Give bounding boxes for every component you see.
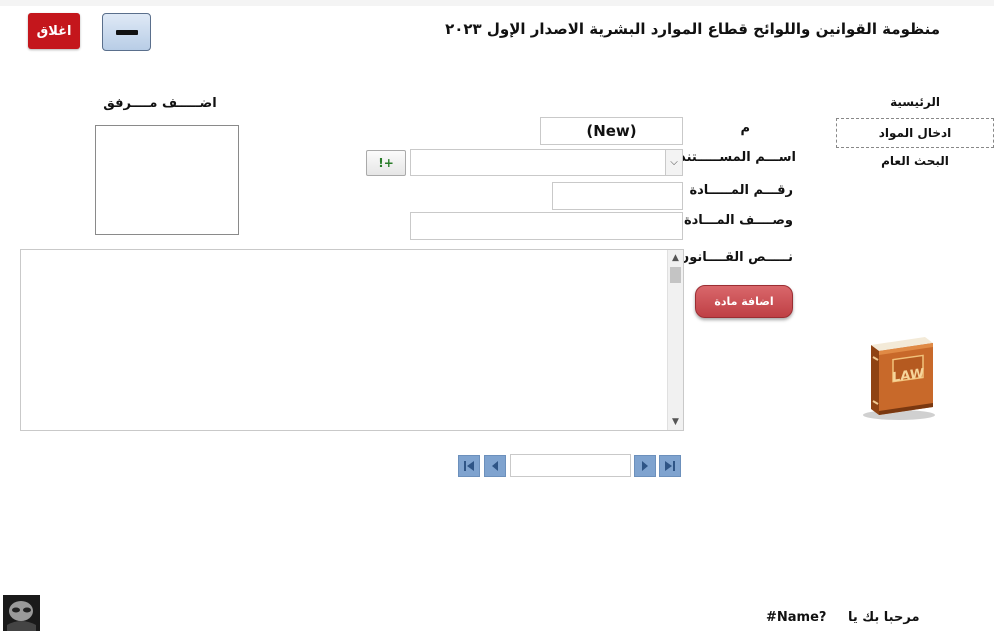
law-text-label: نـــــص القــــانون (678, 250, 793, 265)
law-book-icon: LAW (863, 337, 935, 420)
id-field[interactable]: (New) (540, 117, 683, 145)
chevron-down-icon[interactable]: ⌵ (665, 150, 682, 175)
top-strip (0, 0, 994, 6)
article-number-field[interactable] (552, 182, 683, 210)
id-label: م (740, 121, 750, 136)
app-title: منظومة القوانين واللوائح قطاع الموارد ال… (445, 20, 940, 38)
scroll-down-icon[interactable]: ▼ (668, 415, 683, 429)
first-record-icon[interactable] (458, 455, 480, 477)
article-number-label: رقـــم المـــــادة (689, 183, 793, 198)
article-desc-field[interactable] (410, 212, 683, 240)
doc-name-combo[interactable]: ⌵ (410, 149, 683, 176)
record-number-field[interactable] (510, 454, 631, 477)
doc-name-label: اســـم المســـــتند (679, 150, 796, 165)
welcome-label: مرحبا بك يا (848, 610, 920, 625)
last-record-icon[interactable] (659, 455, 681, 477)
scrollbar[interactable]: ▲ ▼ (667, 250, 683, 430)
scroll-thumb[interactable] (670, 267, 681, 283)
attachment-label: اضـــــف مــــرفق (103, 96, 217, 111)
article-desc-label: وصــــف المـــادة (683, 213, 793, 228)
previous-record-icon[interactable] (484, 455, 506, 477)
scroll-up-icon[interactable]: ▲ (668, 251, 683, 265)
minimize-button[interactable] (102, 13, 151, 51)
minimize-icon (115, 29, 138, 35)
nav-item-enter-articles[interactable]: ادخال المواد (836, 118, 994, 148)
nav-item-home[interactable]: الرئيسية (836, 89, 994, 115)
close-button[interactable]: اغلاق (28, 13, 80, 49)
law-text-area[interactable]: ▲ ▼ (20, 249, 684, 431)
add-article-button[interactable]: اضافة مادة (695, 285, 793, 318)
attachment-box[interactable] (95, 125, 239, 235)
user-name: #Name? (766, 610, 827, 625)
nav-item-general-search[interactable]: البحث العام (836, 148, 994, 174)
avatar (3, 595, 40, 631)
add-document-button[interactable]: !+ (366, 150, 406, 176)
next-record-icon[interactable] (634, 455, 656, 477)
